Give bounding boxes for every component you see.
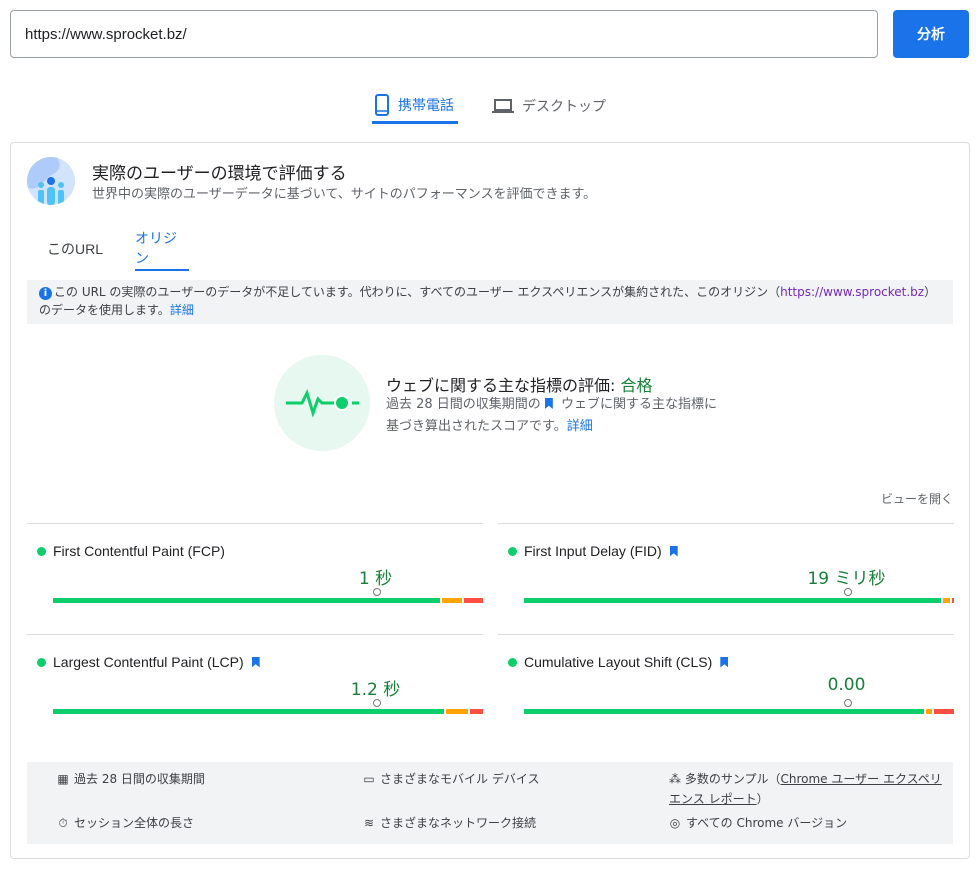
devices-text: さまざまなモバイル デバイス — [380, 772, 540, 786]
chrome-text: すべての Chrome バージョン — [686, 816, 848, 830]
stopwatch-icon: ⏱ — [58, 816, 68, 830]
needs-improvement-segment — [943, 598, 950, 603]
metric-label: First Input Delay (FID) — [524, 543, 662, 559]
needs-improvement-segment — [925, 709, 933, 714]
poor-segment — [463, 598, 483, 603]
metric-value: 1 秒 — [358, 569, 393, 589]
percentile-marker — [372, 588, 381, 603]
good-segment — [53, 598, 440, 603]
poor-segment — [951, 598, 954, 603]
good-status-dot — [508, 657, 517, 667]
bookmark-icon — [544, 398, 553, 409]
notice-text: この URL の実際のユーザーのデータが不足しています。代わりに、すべてのユーザ… — [54, 285, 781, 299]
distribution-bar — [53, 709, 483, 714]
tab-desktop-label: デスクトップ — [522, 99, 606, 115]
tab-mobile-label: 携帯電話 — [398, 97, 454, 114]
good-segment — [53, 709, 445, 714]
metric-name: Largest Contentful Paint (LCP) — [37, 654, 264, 670]
origin-url: https://www.sprocket.bz — [780, 285, 925, 299]
needs-improvement-segment — [442, 598, 462, 603]
tab-this-url[interactable]: このURL — [43, 227, 107, 271]
laptop-icon — [492, 99, 514, 113]
distribution-bar — [524, 598, 954, 603]
assessment-description: 過去 28 日間の収集期間の ウェブに関する主な指標に基づき算出されたスコアです… — [386, 394, 726, 438]
period-text: 過去 28 日間の収集期間 — [74, 772, 205, 786]
metric-fid: First Input Delay (FID) 19 ミリ秒 — [498, 523, 954, 634]
samples-icon: ⁂ — [669, 772, 681, 786]
metric-label: Cumulative Layout Shift (CLS) — [524, 654, 713, 670]
users-globe-icon — [27, 157, 75, 205]
analyze-button[interactable]: 分析 — [893, 10, 969, 58]
session-text: セッション全体の長さ — [74, 816, 195, 830]
metric-value: 1.2 秒 — [350, 680, 401, 700]
footer-network: ≋ さまざまなネットワーク接続 — [363, 813, 536, 833]
metric-name: First Contentful Paint (FCP) — [37, 543, 225, 559]
assessment-result: 合格 — [620, 376, 653, 395]
pulse-icon — [274, 355, 370, 451]
assessment-learn-more-link[interactable]: 詳細 — [567, 419, 593, 434]
metric-name: Cumulative Layout Shift (CLS) — [508, 654, 732, 670]
footer-samples: ⁂ 多数のサンプル（Chrome ユーザー エクスペリエンス レポート） — [669, 769, 949, 809]
footer-period: ▦ 過去 28 日間の収集期間 — [57, 769, 205, 789]
good-status-dot — [37, 657, 46, 667]
smartphone-icon — [375, 93, 389, 116]
origin-notice: i この URL の実際のユーザーのデータが不足しています。代わりに、すべてのユー… — [27, 280, 953, 324]
calendar-icon: ▦ — [57, 772, 69, 786]
network-text: さまざまなネットワーク接続 — [380, 816, 537, 830]
bookmark-icon — [669, 545, 678, 557]
metric-label: Largest Contentful Paint (LCP) — [53, 654, 244, 670]
good-status-dot — [37, 546, 46, 556]
metric-name: First Input Delay (FID) — [508, 543, 682, 559]
bookmark-icon — [251, 656, 260, 668]
percentile-marker — [372, 699, 381, 714]
good-status-dot — [508, 546, 517, 556]
wifi-icon: ≋ — [363, 816, 375, 830]
percentile-marker — [843, 699, 852, 714]
needs-improvement-segment — [446, 709, 468, 714]
percentile-marker — [843, 588, 852, 603]
footer-session: ⏱ セッション全体の長さ — [57, 813, 194, 833]
footer-chrome: ◎ すべての Chrome バージョン — [669, 813, 847, 833]
poor-segment — [934, 709, 954, 714]
tab-mobile[interactable]: 携帯電話 — [372, 88, 458, 124]
distribution-bar — [53, 598, 483, 603]
metric-fcp: First Contentful Paint (FCP) 1 秒 — [27, 523, 483, 634]
data-summary: ▦ 過去 28 日間の収集期間 ▭ さまざまなモバイル デバイス ⁂ 多数のサンプル… — [27, 762, 953, 844]
samples-text-after: ） — [756, 792, 769, 806]
samples-text: 多数のサンプル（ — [684, 772, 781, 786]
info-icon: i — [39, 287, 52, 300]
expand-view-button[interactable]: ビューを開く — [881, 490, 953, 507]
chrome-icon: ◎ — [669, 816, 681, 830]
metric-label: First Contentful Paint (FCP) — [53, 543, 225, 559]
desc-before: 過去 28 日間の収集期間の — [386, 397, 541, 412]
devices-icon: ▭ — [363, 772, 375, 786]
tab-origin[interactable]: オリジン — [135, 227, 189, 271]
section-subtitle: 世界中の実際のユーザーデータに基づいて、サイトのパフォーマンスを評価できます。 — [92, 187, 597, 202]
bookmark-icon — [720, 656, 729, 668]
metric-lcp: Largest Contentful Paint (LCP) 1.2 秒 — [27, 634, 483, 745]
metric-value: 0.00 — [827, 675, 866, 695]
field-data-card: 実際のユーザーの環境で評価する 世界中の実際のユーザーデータに基づいて、サイトの… — [10, 142, 970, 859]
poor-segment — [469, 709, 483, 714]
metric-cls: Cumulative Layout Shift (CLS) 0.00 — [498, 634, 954, 745]
footer-devices: ▭ さまざまなモバイル デバイス — [363, 769, 539, 789]
tab-desktop[interactable]: デスクトップ — [492, 88, 606, 124]
metric-value: 19 ミリ秒 — [807, 569, 886, 589]
good-segment — [524, 709, 924, 714]
assessment-label: ウェブに関する主な指標の評価: — [386, 376, 616, 395]
good-segment — [524, 598, 942, 603]
distribution-bar — [524, 709, 954, 714]
assessment-title: ウェブに関する主な指標の評価: 合格 — [386, 372, 653, 396]
section-title: 実際のユーザーの環境で評価する — [92, 164, 347, 184]
url-input[interactable]: https://www.sprocket.bz/ — [10, 10, 878, 58]
notice-learn-more-link[interactable]: 詳細 — [170, 303, 194, 317]
